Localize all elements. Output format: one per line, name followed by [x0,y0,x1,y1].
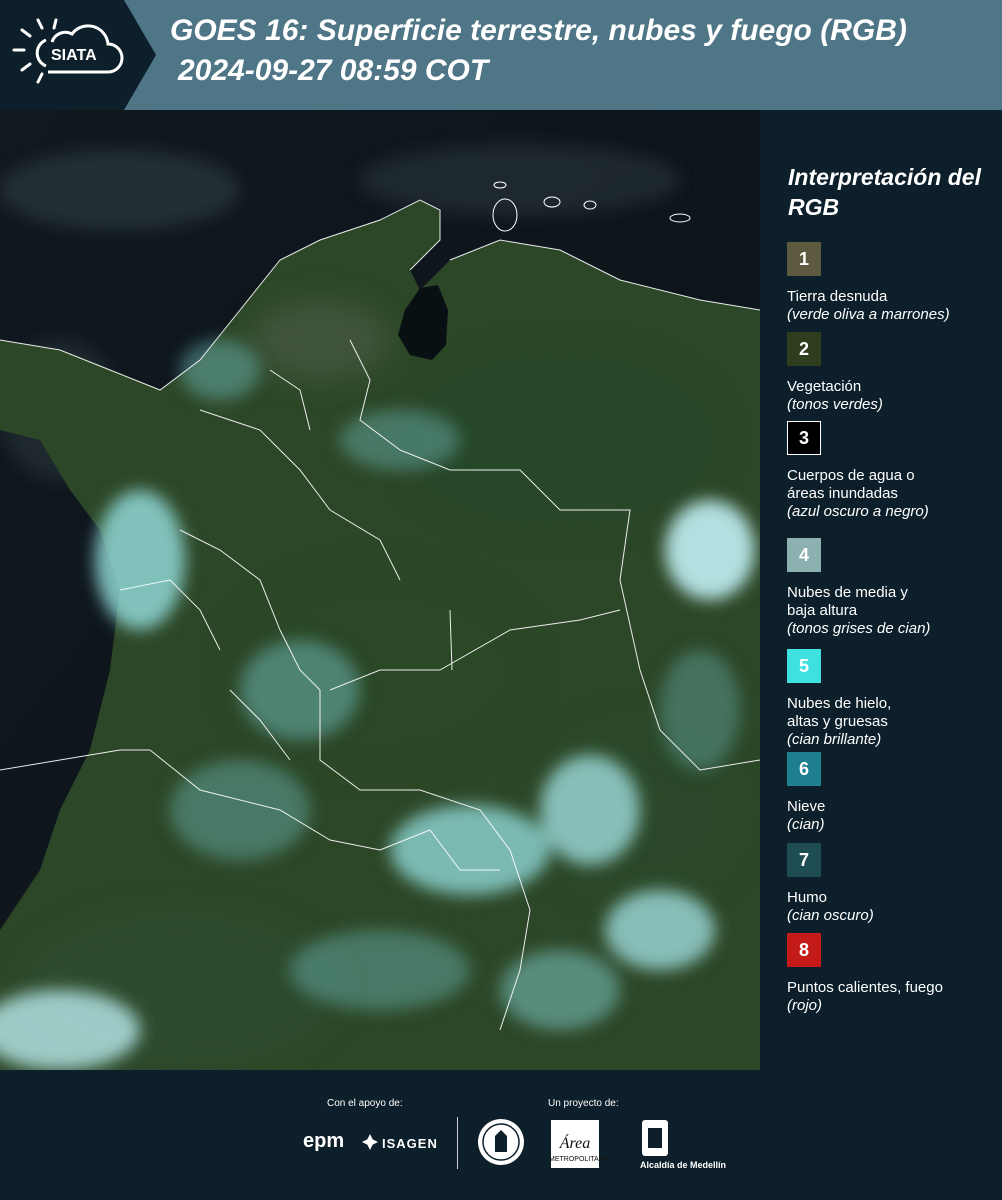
legend-item: 5 Nubes de hielo, altas y gruesas (cian br… [787,649,997,749]
alcaldia-shield-icon [642,1120,668,1156]
legend-label: Nieve [787,798,826,815]
legend-swatch: 4 [787,538,821,572]
legend-swatch: 3 [787,421,821,455]
footer-divider [457,1117,458,1169]
legend-title: Interpretación del RGB [788,164,981,220]
page-title: GOES 16: Superficie terrestre, nubes y f… [170,14,907,47]
legend-label: Nubes de media y baja altura [787,584,908,619]
project-caption: Un proyecto de: [548,1098,619,1109]
legend-label: Puntos calientes, fuego [787,979,943,996]
legend-swatch: 7 [787,843,821,877]
legend-description: (rojo) [787,997,823,1014]
legend-label: Tierra desnuda [787,288,888,305]
legend-description: (tonos grises de cian) [787,620,931,637]
footer: Con el apoyo de: Un proyecto de: epm ISA… [0,1070,1002,1200]
legend-description: (cian oscuro) [787,907,874,924]
siata-logo: SIATA [0,0,156,110]
university-seal-icon [478,1119,524,1165]
legend-swatch: 5 [787,649,821,683]
svg-text:Área: Área [559,1133,591,1152]
legend-description: (tonos verdes) [787,396,883,413]
legend-item: 6 Nieve (cian) [787,752,997,834]
legend-description: (cian brillante) [787,731,882,748]
legend-item: 4 Nubes de media y baja altura (tonos gris… [787,538,997,638]
legend-label: Vegetación [787,378,862,395]
legend-item: 1 Tierra desnuda (verde oliva a marrones) [787,242,997,324]
legend-panel: Interpretación del RGB 1 Tierra desnuda (v… [760,110,1002,1070]
legend-label: Humo [787,889,828,906]
legend-label: Nubes de hielo, altas y gruesas [787,695,892,730]
legend-swatch: 6 [787,752,821,786]
legend-description: (verde oliva a marrones) [787,306,950,323]
legend-description: (cian) [787,816,825,833]
legend-item: 8 Puntos calientes, fuego (rojo) [787,933,997,1015]
isagen-icon [362,1134,378,1150]
legend-label: Cuerpos de agua o áreas inundadas [787,467,915,502]
legend-swatch: 2 [787,332,821,366]
legend-swatch: 1 [787,242,821,276]
satellite-map [0,110,760,1070]
header-bar: SIATA GOES 16: Superficie terrestre, nub… [0,0,1002,110]
legend-description: (azul oscuro a negro) [787,503,929,520]
legend-item: 7 Humo (cian oscuro) [787,843,997,925]
legend-item: 2 Vegetación (tonos verdes) [787,332,997,414]
alcaldia-logo-text: Alcaldía de Medellín [640,1160,727,1170]
epm-logo: epm [303,1130,345,1152]
isagen-logo: ISAGEN [382,1136,438,1151]
legend-swatch: 8 [787,933,821,967]
area-logo-subtitle: METROPOLITANA [549,1156,609,1163]
siata-logo-text: SIATA [51,47,97,64]
page-timestamp: 2024-09-27 08:59 COT [178,54,489,87]
legend-item: 3 Cuerpos de agua o áreas inundadas (azul … [787,421,997,521]
support-caption: Con el apoyo de: [327,1098,403,1109]
